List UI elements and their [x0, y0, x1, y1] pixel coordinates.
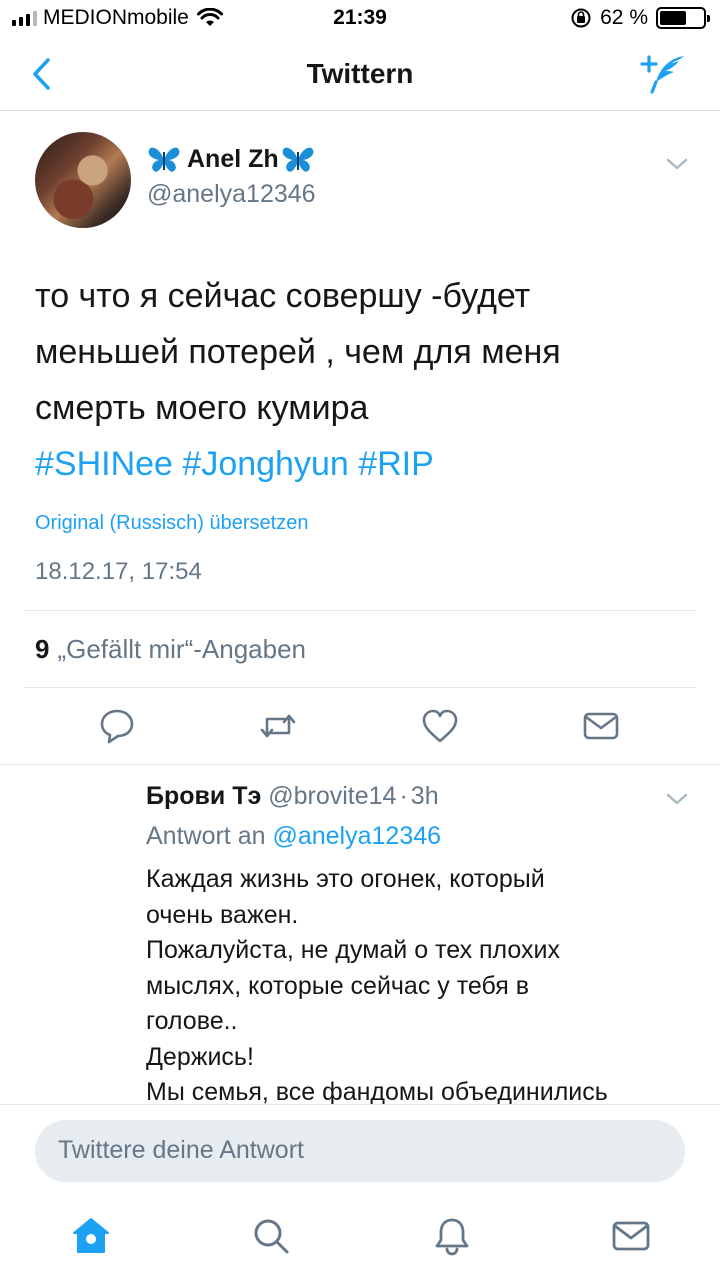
rotation-lock-icon	[571, 8, 591, 28]
reply-separator: ·	[399, 782, 408, 810]
likes-count-row[interactable]: 9 „Gefällt mir“-Angaben	[35, 634, 306, 665]
butterfly-icon	[148, 147, 180, 172]
reply-text-line: мыслях, которые сейчас у тебя в	[146, 971, 530, 1000]
reply-text-line: голове..	[146, 1007, 238, 1035]
reply-to-line: Antwort an @anelya12346	[146, 822, 441, 851]
compose-tweet-icon[interactable]	[640, 52, 688, 96]
chevron-down-icon[interactable]	[666, 157, 688, 171]
tweet-text: то что я сейчас совершу -будет меньшей п…	[35, 268, 695, 492]
reply-text-line: очень важен.	[146, 900, 299, 929]
reply-text-line: Пожалуйста, не думай о тех плохих	[146, 936, 561, 964]
reply-to-handle[interactable]: @anelya12346	[272, 822, 441, 850]
reply-text-line: Держись!	[146, 1042, 254, 1071]
retweet-icon[interactable]	[258, 706, 298, 746]
translate-link[interactable]: Original (Russisch) übersetzen	[35, 512, 308, 535]
reply-text-line: Каждая жизнь это огонек, который	[146, 865, 545, 893]
messages-icon[interactable]	[611, 1216, 651, 1256]
author-handle[interactable]: @anelya12346	[147, 180, 316, 209]
reply-input[interactable]: Twittere deine Antwort	[35, 1120, 685, 1182]
nav-bar: Twittern	[0, 40, 720, 111]
divider	[25, 687, 695, 688]
search-icon[interactable]	[251, 1216, 291, 1256]
author-name-row[interactable]: Anel Zh	[147, 145, 315, 174]
likes-label: „Gefällt mir“-Angaben	[57, 634, 307, 664]
battery-level	[660, 11, 687, 25]
notifications-icon[interactable]	[432, 1216, 472, 1256]
battery-icon	[656, 7, 710, 29]
tweet-hashtags[interactable]: #SHINee #Jonghyun #RIP	[35, 436, 695, 492]
reply-author-name: Брови Тэ	[146, 782, 262, 810]
likes-count: 9	[35, 634, 50, 664]
tweet-text-line: смерть моего кумира	[35, 389, 369, 427]
reply-input-placeholder: Twittere deine Antwort	[58, 1136, 304, 1164]
status-bar: MEDIONmobile 21:39 62 %	[0, 0, 720, 40]
home-icon[interactable]	[71, 1216, 111, 1256]
reply-time: 3h	[410, 782, 439, 810]
author-name: Anel Zh	[187, 145, 279, 173]
page-title: Twittern	[306, 58, 414, 89]
reply-author-handle: @brovite14	[268, 782, 397, 810]
tweet-text-line: меньшей потерей , чем для меня	[35, 333, 561, 371]
butterfly-icon	[282, 147, 314, 172]
divider	[25, 610, 695, 611]
chevron-down-icon[interactable]	[666, 792, 688, 806]
divider	[0, 764, 720, 765]
reply-to-prefix: Antwort an	[146, 822, 266, 850]
reply-icon[interactable]	[97, 706, 137, 746]
tweet-text-line: то что я сейчас совершу -будет	[35, 277, 531, 315]
author-avatar[interactable]	[35, 132, 131, 228]
status-right: 62 %	[570, 6, 710, 30]
direct-message-icon[interactable]	[581, 706, 621, 746]
battery-percent: 62 %	[600, 6, 648, 29]
like-icon[interactable]	[420, 706, 460, 746]
reply-text: Каждая жизнь это огонек, который очень в…	[146, 862, 706, 1111]
reply-header[interactable]: Брови Тэ @brovite14 · 3h	[146, 782, 439, 811]
tweet-timestamp: 18.12.17, 17:54	[35, 558, 202, 585]
